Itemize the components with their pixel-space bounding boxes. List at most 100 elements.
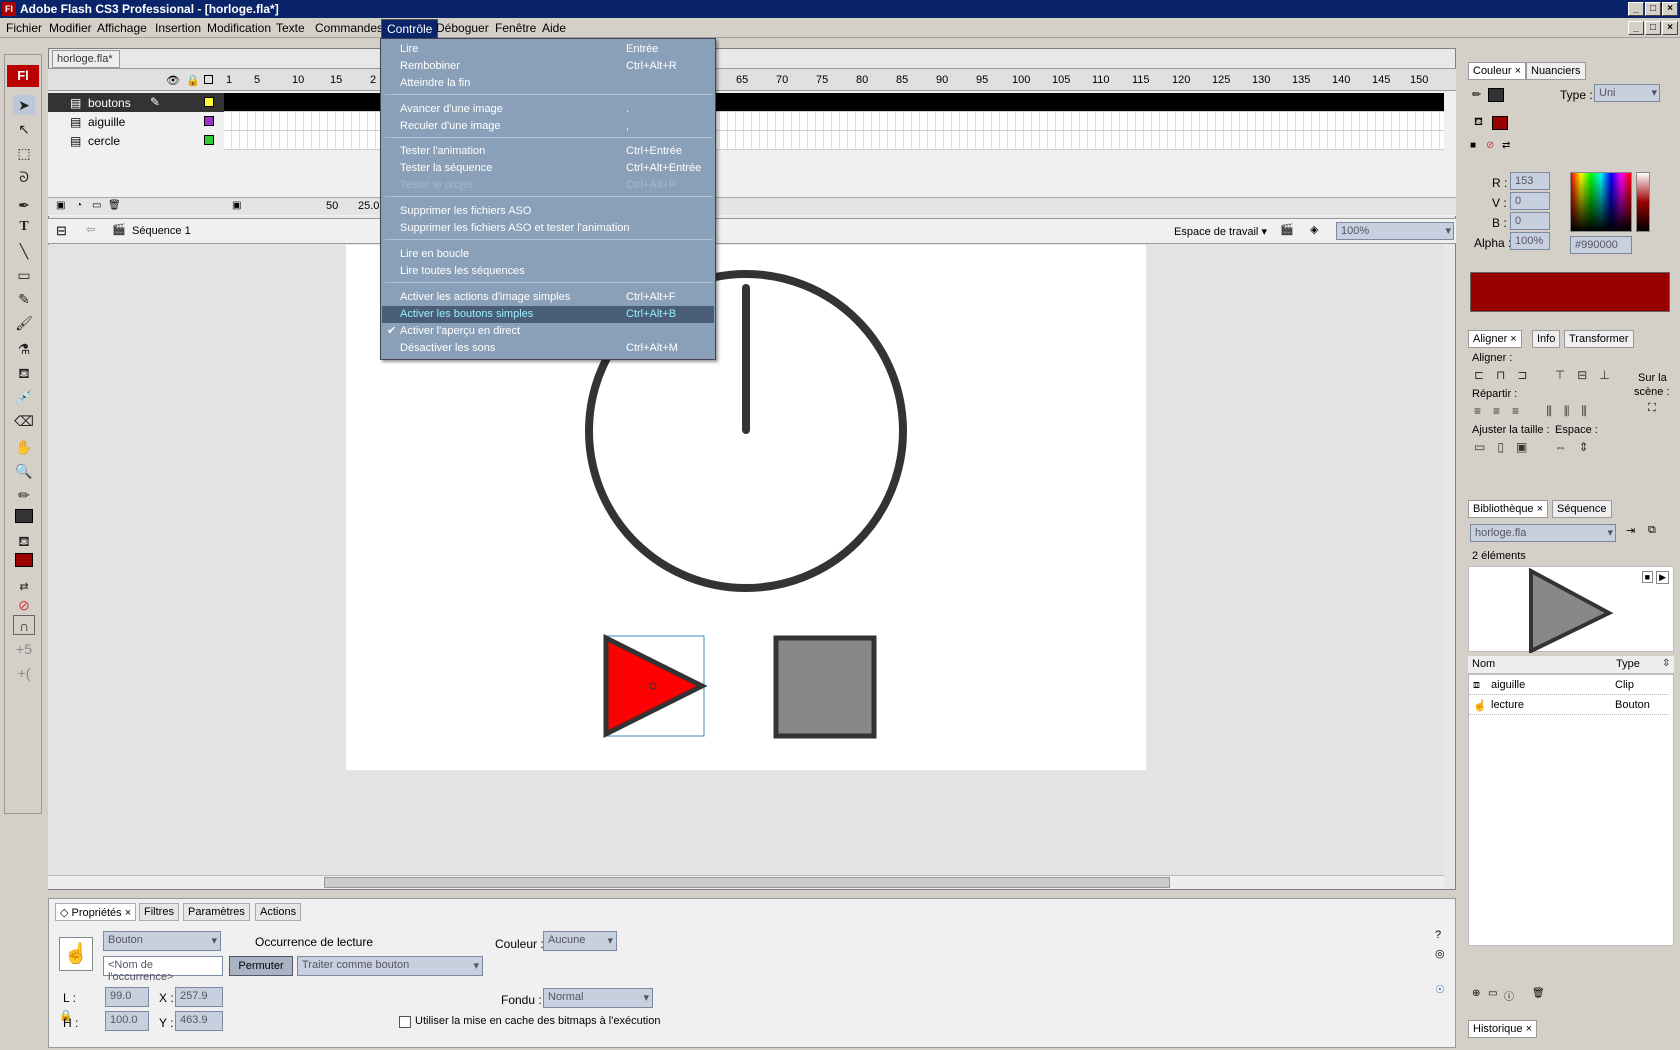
tab-nuanciers[interactable]: Nuanciers — [1526, 62, 1586, 80]
line-tool-icon[interactable]: ╲ — [13, 241, 35, 261]
tab-couleur[interactable]: Couleur × — [1468, 62, 1527, 80]
play-icon[interactable]: ▶ — [1656, 571, 1669, 584]
fill-swatch[interactable] — [15, 553, 33, 567]
blend-select[interactable]: Normal ▾ — [543, 988, 653, 1008]
menu-texte[interactable]: Texte — [276, 21, 305, 35]
text-tool-icon[interactable]: T — [13, 217, 35, 237]
menu-item-supprimer-aso-tester[interactable]: Supprimer les fichiers ASO et tester l'a… — [382, 220, 714, 237]
menu-insertion[interactable]: Insertion — [155, 21, 201, 35]
ink-bottle-tool-icon[interactable]: ⚗ — [13, 339, 35, 359]
stroke-swatch[interactable] — [15, 509, 33, 523]
menu-fenetre[interactable]: Fenêtre — [495, 21, 536, 35]
accessibility-icon[interactable]: ☉ — [1435, 983, 1445, 996]
close-button[interactable]: × — [1662, 2, 1678, 16]
y-input[interactable]: 463.9 — [175, 1011, 223, 1031]
eraser-tool-icon[interactable]: ⌫ — [13, 411, 35, 431]
properties-icon[interactable]: ⓘ — [1504, 988, 1514, 1003]
menu-commandes[interactable]: Commandes — [315, 21, 383, 35]
treat-as-select[interactable]: Traiter comme bouton ▾ — [297, 956, 483, 976]
new-folder-icon[interactable]: ▭ — [1488, 988, 1497, 999]
stroke-color-swatch[interactable] — [1488, 88, 1504, 102]
symbol-type-select[interactable]: Bouton ▾ — [103, 931, 221, 951]
stop-button-square[interactable] — [773, 635, 877, 739]
width-input[interactable]: 99.0 — [105, 987, 149, 1007]
library-item[interactable]: ☝ lecture Bouton — [1469, 697, 1669, 715]
menu-item-avancer[interactable]: Avancer d'une image. — [382, 101, 714, 118]
menu-item-supprimer-aso[interactable]: Supprimer les fichiers ASO — [382, 203, 714, 220]
delete-icon[interactable]: 🗑 — [1532, 988, 1545, 999]
align-buttons-icon[interactable]: ⊏⊓⊐ ⊤⊟⊥ — [1474, 368, 1624, 382]
layer-row-boutons[interactable]: ▤ boutons ✎ — [48, 93, 224, 112]
pen-tool-icon[interactable]: ✒ — [13, 195, 35, 215]
menu-item-atteindre-fin[interactable]: Atteindre la fin — [382, 75, 714, 92]
color-picker[interactable] — [1570, 172, 1632, 232]
stroke-color-icon[interactable]: ✏ — [13, 485, 35, 505]
workspace-dropdown[interactable]: Espace de travail ▾ — [1174, 225, 1267, 238]
rectangle-tool-icon[interactable]: ▭ — [13, 265, 35, 285]
hex-input[interactable]: #990000 — [1570, 236, 1632, 254]
add-layer-icon[interactable]: ▣ — [56, 200, 65, 211]
stop-icon[interactable]: ■ — [1641, 571, 1653, 583]
horizontal-scrollbar[interactable] — [48, 875, 1444, 889]
edit-scene-icon[interactable]: 🎬 — [1280, 223, 1294, 236]
pin-icon[interactable]: ⇥ — [1626, 524, 1635, 537]
new-symbol-icon[interactable]: ⊕ — [1472, 988, 1480, 999]
subselection-tool-icon[interactable]: ↖ — [13, 119, 35, 139]
col-type[interactable]: Type — [1616, 658, 1640, 670]
menu-modification[interactable]: Modification — [207, 21, 271, 35]
layer-color-swatch[interactable] — [204, 97, 214, 107]
alpha-input[interactable]: 100% — [1510, 232, 1550, 250]
fill-color-swatch[interactable] — [1492, 116, 1508, 130]
size-space-buttons-icon[interactable]: ▭▯▣ ⇔⇕ — [1474, 440, 1624, 454]
menu-modifier[interactable]: Modifier — [49, 21, 92, 35]
free-transform-tool-icon[interactable]: ⬚ — [13, 143, 35, 163]
menu-item-lire-boucle[interactable]: Lire en boucle — [382, 246, 714, 263]
back-arrow-icon[interactable]: ⇦ — [86, 223, 95, 236]
outline-icon[interactable] — [204, 75, 213, 84]
library-item[interactable]: ⧈ aiguille Clip — [1469, 677, 1669, 695]
stage-align-icon[interactable]: ⛶ — [1648, 402, 1656, 415]
layer-row-aiguille[interactable]: ▤ aiguille — [48, 112, 224, 131]
instance-name-input[interactable]: <Nom de l'occurrence> — [103, 956, 223, 983]
menu-affichage[interactable]: Affichage — [97, 21, 147, 35]
no-color-icon[interactable]: ⊘ — [13, 595, 35, 615]
hand-tool-icon[interactable]: ✋ — [13, 437, 35, 457]
scroll-thumb[interactable] — [324, 877, 1170, 888]
layer-color-swatch[interactable] — [204, 116, 214, 126]
play-button-triangle[interactable] — [603, 633, 708, 739]
x-input[interactable]: 257.9 — [175, 987, 223, 1007]
timeline-toggle-icon[interactable]: ⊟ — [56, 223, 67, 239]
tab-aligner[interactable]: Aligner × — [1468, 330, 1522, 348]
lasso-tool-icon[interactable]: ᘐ — [13, 167, 35, 187]
tab-sequence[interactable]: Séquence — [1552, 500, 1612, 518]
no-color-icon[interactable]: ⊘ — [1486, 140, 1494, 151]
menu-item-desactiver-sons[interactable]: Désactiver les sons Ctrl+Alt+M — [382, 340, 714, 357]
fill-color-icon[interactable]: ⛾ — [13, 531, 35, 551]
tab-historique[interactable]: Historique × — [1468, 1020, 1538, 1038]
v-input[interactable]: 0 — [1510, 192, 1550, 210]
swap-colors-icon[interactable]: ⇄ — [1502, 140, 1510, 151]
add-guide-icon[interactable]: ◔ — [76, 200, 82, 211]
tab-info[interactable]: Info — [1532, 330, 1561, 348]
layer-color-swatch[interactable] — [204, 135, 214, 145]
tab-parametres[interactable]: Paramètres — [183, 903, 250, 921]
menu-aide[interactable]: Aide — [542, 21, 566, 35]
expand-icon[interactable]: ◎ — [1435, 947, 1445, 960]
menu-item-apercu-direct[interactable]: ✔ Activer l'aperçu en direct — [382, 323, 714, 340]
maximize-button[interactable]: □ — [1645, 2, 1661, 16]
library-file-select[interactable]: horloge.fla ▾ — [1470, 524, 1616, 542]
sort-icon[interactable]: ⇳ — [1662, 658, 1670, 669]
swap-colors-icon[interactable]: ⇄ — [13, 577, 35, 597]
document-tab[interactable]: horloge.fla* — [52, 50, 120, 68]
menu-item-tester-sequence[interactable]: Tester la séquence Ctrl+Alt+Entrée — [382, 160, 714, 177]
menu-item-rembobiner[interactable]: Rembobiner Ctrl+Alt+R — [382, 58, 714, 75]
height-input[interactable]: 100.0 — [105, 1011, 149, 1031]
paint-bucket-tool-icon[interactable]: ⛾ — [13, 363, 35, 383]
col-name[interactable]: Nom — [1472, 658, 1495, 670]
menu-item-lire-sequences[interactable]: Lire toutes les séquences — [382, 263, 714, 280]
menu-controle[interactable]: Contrôle — [381, 19, 439, 39]
selection-tool-icon[interactable]: ➤ — [13, 95, 35, 115]
tab-bibliotheque[interactable]: Bibliothèque × — [1468, 500, 1549, 518]
delete-layer-icon[interactable]: 🗑 — [108, 200, 121, 211]
distribute-buttons-icon[interactable]: ≡≡≡ ⫼⫼⫼ — [1474, 404, 1624, 418]
